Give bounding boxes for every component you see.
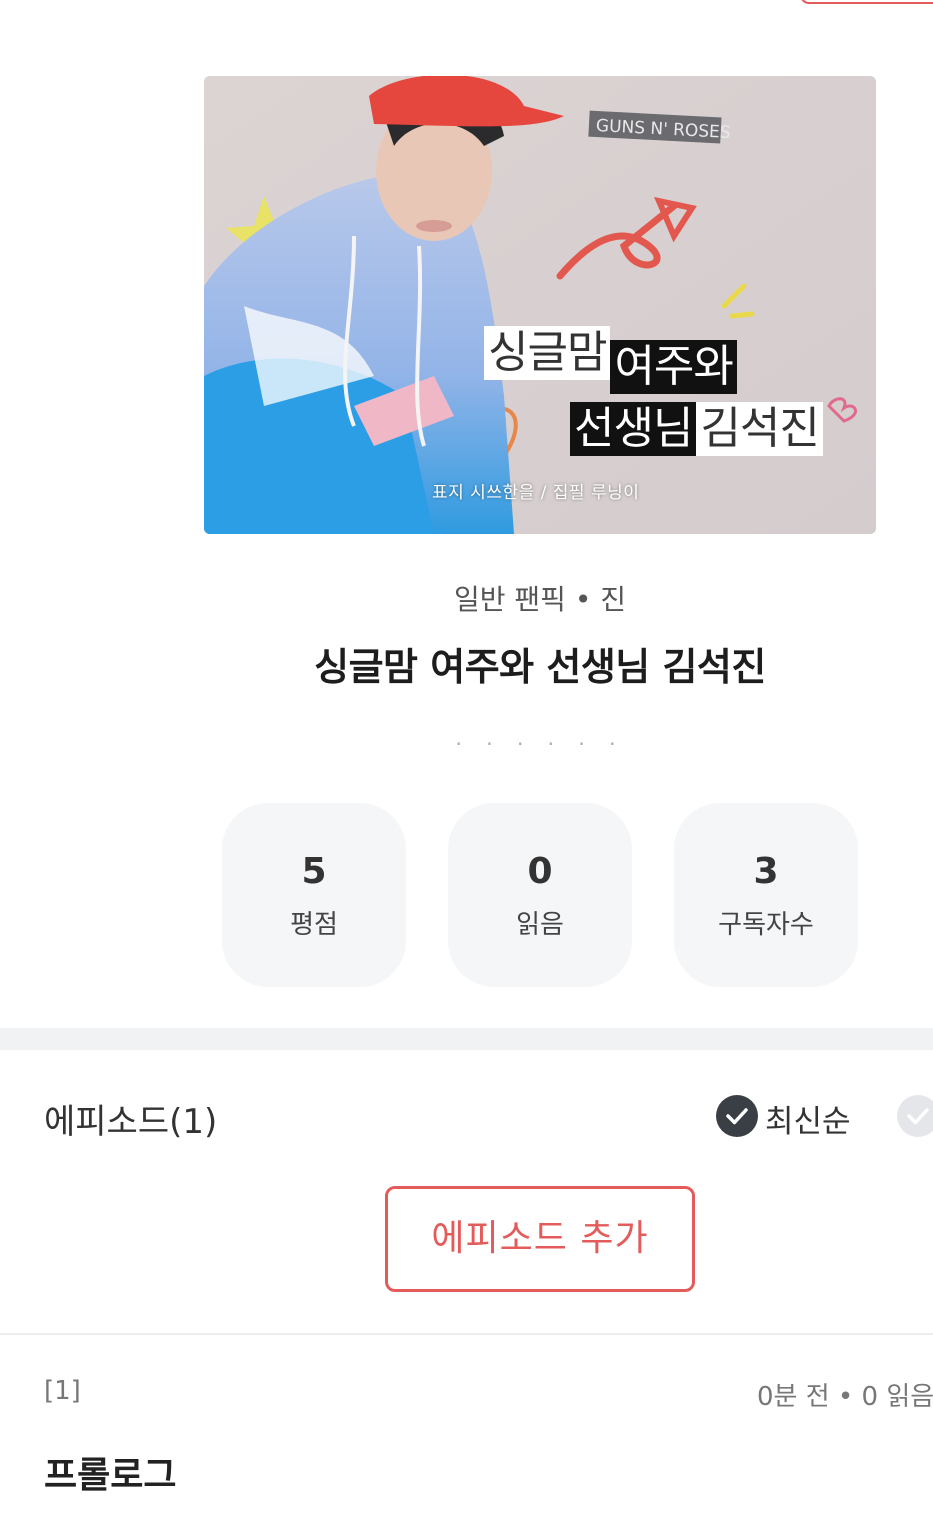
cover-title-line-1: 싱글맘 여주와 <box>484 326 737 394</box>
work-detail-page: GUNS N' ROSES 싱글맘 여주와 선생님 김석진 표지 시쓰한을 / … <box>0 0 933 1520</box>
cover-credit: 표지 시쓰한을 / 집필 루닝이 <box>432 483 640 503</box>
section-divider <box>0 1028 933 1050</box>
episode-meta: 0분 전 • 0 읽음 <box>757 1382 933 1412</box>
stat-rating-label: 평점 <box>290 910 338 940</box>
stat-subscribers-value: 3 <box>753 851 779 892</box>
sort-latest-label[interactable]: 최신순 <box>765 1096 851 1141</box>
add-episode-button[interactable]: 에피소드 추가 <box>385 1186 695 1292</box>
list-divider <box>0 1333 933 1335</box>
stat-reads: 0 읽음 <box>448 803 632 987</box>
sort-latest-check-icon[interactable] <box>716 1095 758 1137</box>
episode-count-header: 에피소드(1) <box>44 1102 218 1142</box>
episode-number: [1] <box>44 1376 81 1406</box>
cover-illustration: GUNS N' ROSES <box>204 76 876 534</box>
cover-image: GUNS N' ROSES 싱글맘 여주와 선생님 김석진 표지 시쓰한을 / … <box>204 76 876 534</box>
sort-oldest-check-icon[interactable] <box>897 1095 933 1137</box>
stat-subscribers: 3 구독자수 <box>674 803 858 987</box>
cover-title-black-1: 여주와 <box>610 340 737 394</box>
cover-title-white-2: 김석진 <box>696 402 823 456</box>
cover-title-black-2: 선생님 <box>570 402 697 456</box>
cover-title-line-2: 선생님 김석진 <box>570 402 823 456</box>
stat-reads-value: 0 <box>527 851 553 892</box>
episode-title[interactable]: 프롤로그 <box>44 1446 176 1498</box>
page-title: 싱글맘 여주와 선생님 김석진 <box>314 645 766 689</box>
top-tab-edge[interactable] <box>800 0 933 4</box>
description-dots[interactable]: · · · · · · <box>0 732 933 756</box>
cover-title-white-1: 싱글맘 <box>484 326 611 380</box>
stat-subscribers-label: 구독자수 <box>718 910 814 940</box>
stat-reads-label: 읽음 <box>516 910 564 940</box>
stat-rating: 5 평점 <box>222 803 406 987</box>
stat-rating-value: 5 <box>301 851 327 892</box>
genre-label: 일반 팬픽 • 진 <box>453 583 627 616</box>
